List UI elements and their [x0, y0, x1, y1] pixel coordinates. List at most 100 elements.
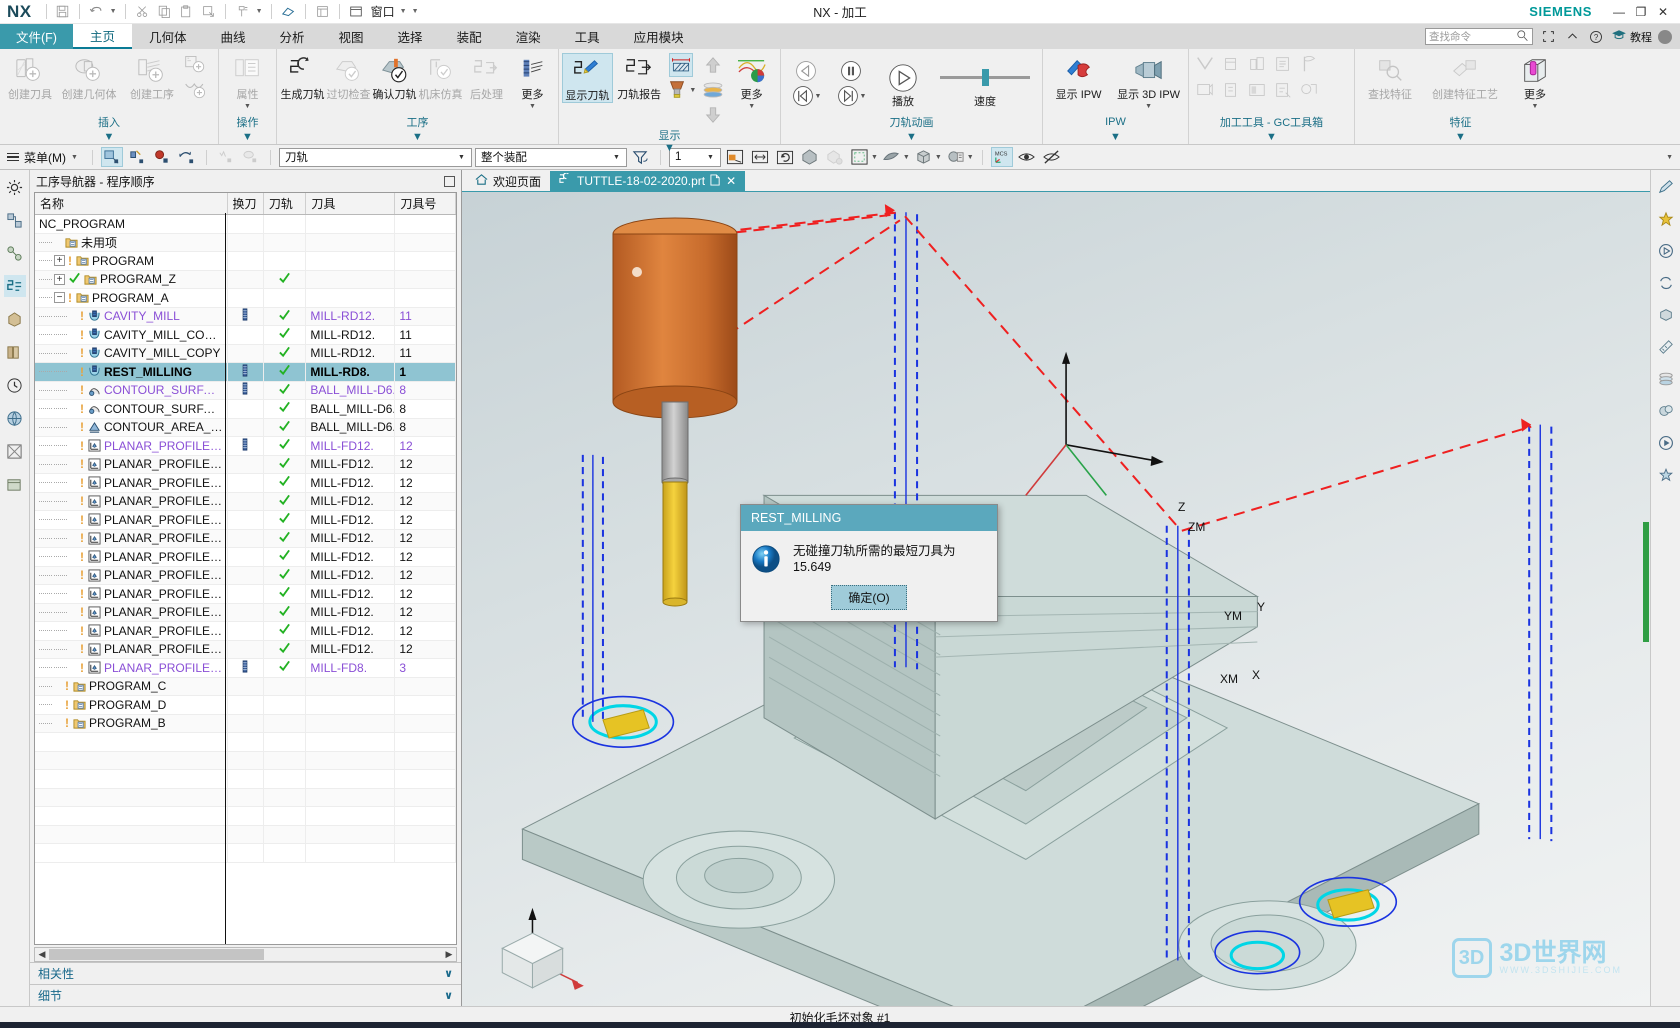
table-row[interactable]: ! PLANAR_PROFILE_1... MILL-FD12. 12: [35, 473, 456, 493]
cell-name[interactable]: ! CONTOUR_SURFAC...: [35, 381, 228, 400]
tutorial-button[interactable]: 教程: [1611, 29, 1652, 45]
chevron-down-icon[interactable]: ∨: [444, 989, 453, 1002]
feature-more-dropdown-icon[interactable]: ▼: [1532, 103, 1539, 110]
undo-icon[interactable]: [86, 1, 107, 22]
paste-special-icon[interactable]: [198, 1, 219, 22]
mcs-display-icon[interactable]: MCS: [990, 147, 1013, 167]
show-3d-ipw-dropdown-icon[interactable]: ▼: [1145, 103, 1152, 110]
3d-viewport[interactable]: REST_MILLING 无碰撞刀轨所需的最短刀具为 15.649 确定(O) …: [462, 192, 1650, 1006]
verify-toolpath-button[interactable]: 确认刀轨: [372, 53, 417, 101]
window-dropdown-icon[interactable]: ▼: [398, 1, 409, 22]
selbar-overflow-icon[interactable]: ▼: [1666, 154, 1673, 161]
command-search-input[interactable]: 查找命令: [1425, 28, 1533, 45]
chevron-down-icon[interactable]: ▼: [703, 154, 718, 161]
tab-applications[interactable]: 应用模块: [617, 24, 701, 49]
save-icon[interactable]: [52, 1, 73, 22]
find-feature-button[interactable]: 查找特征: [1358, 53, 1422, 101]
gc-tool5-icon[interactable]: [1297, 52, 1321, 76]
chevron-down-icon[interactable]: ▼: [609, 154, 624, 161]
cube-edit-icon[interactable]: [1655, 304, 1677, 326]
step-back-icon[interactable]: [794, 59, 818, 83]
chevron-down-icon[interactable]: ▼: [903, 154, 910, 161]
search-icon[interactable]: [1516, 29, 1529, 45]
tool-display-icon[interactable]: [665, 78, 689, 102]
pencil-icon[interactable]: [1655, 176, 1677, 198]
shaded-render-icon[interactable]: [799, 147, 821, 167]
tab-curve[interactable]: 曲线: [204, 24, 263, 49]
tool-icon[interactable]: [232, 1, 253, 22]
create-operation-button[interactable]: 创建工序: [121, 53, 183, 101]
undo-dropdown-icon[interactable]: ▼: [108, 1, 119, 22]
gc-tool7-icon[interactable]: [1219, 78, 1243, 102]
window-icon[interactable]: [346, 1, 367, 22]
feature-more-button[interactable]: 更多 ▼: [1508, 53, 1562, 110]
accordion-dependencies[interactable]: 相关性 ∨: [30, 962, 461, 984]
cell-name[interactable]: ! REST_MILLING: [35, 362, 228, 382]
move-up-icon[interactable]: [701, 53, 725, 77]
tab-tools[interactable]: 工具: [558, 24, 617, 49]
table-row[interactable]: ! CONTOUR_AREA_C... BALL_MILL-D6... 8: [35, 418, 456, 437]
gouge-check-button[interactable]: 过切检查: [326, 53, 371, 101]
table-row[interactable]: 未用项: [35, 233, 456, 252]
history-icon[interactable]: [4, 374, 26, 396]
ok-button[interactable]: 确定(O): [831, 585, 907, 610]
minimize-button[interactable]: —: [1608, 2, 1630, 22]
table-row[interactable]: ! PLANAR_PROFILE_1 MILL-FD12. 12: [35, 436, 456, 456]
preview-circle-icon[interactable]: [1655, 432, 1677, 454]
display-more-button[interactable]: 更多 ▼: [726, 53, 777, 110]
column-header-toolnumber[interactable]: 刀具号: [394, 193, 456, 215]
table-row[interactable]: ! PLANAR_PROFILE_1... MILL-FD12. 12: [35, 640, 456, 659]
fullscreen-icon[interactable]: [1539, 28, 1557, 46]
rewind-start-icon[interactable]: [791, 84, 815, 108]
tool-dropdown-icon[interactable]: ▼: [254, 1, 265, 22]
tab-geometry[interactable]: 几何体: [132, 24, 204, 49]
gc-tool1-icon[interactable]: [1193, 52, 1217, 76]
create-method-icon[interactable]: [184, 78, 208, 102]
step-forward-dropdown-icon[interactable]: ▼: [860, 93, 867, 100]
animation-group-expand-icon[interactable]: ▼: [784, 129, 1039, 144]
cell-name[interactable]: 未用项: [35, 233, 228, 252]
hide-icon[interactable]: [1041, 147, 1063, 167]
cell-name[interactable]: ! PLANAR_PROFILE_1...: [35, 566, 228, 585]
measure-icon[interactable]: [1655, 336, 1677, 358]
speed-slider-icon[interactable]: [940, 61, 1030, 95]
properties-dropdown-icon[interactable]: ▼: [244, 103, 251, 110]
cell-name[interactable]: ! PLANAR_PROFILE_1: [35, 436, 228, 456]
cell-name[interactable]: −! PROGRAM_A: [35, 288, 228, 308]
table-row[interactable]: ! CAVITY_MILL_COPY... MILL-RD12. 11: [35, 325, 456, 345]
gc-tool8-icon[interactable]: [1245, 78, 1269, 102]
shaded-edges-icon[interactable]: [824, 147, 846, 167]
display-group-expand-icon[interactable]: ▼: [562, 142, 777, 154]
avatar[interactable]: [1658, 29, 1672, 44]
tab-home[interactable]: 主页: [72, 24, 132, 49]
play-button[interactable]: 播放: [874, 60, 932, 108]
tab-view[interactable]: 视图: [322, 24, 381, 49]
roles-icon[interactable]: [4, 440, 26, 462]
cell-name[interactable]: ! PROGRAM_D: [35, 695, 228, 715]
cell-name[interactable]: ! PLANAR_PROFILE_1...: [35, 547, 228, 567]
create-geometry-button[interactable]: 创建几何体: [58, 53, 120, 101]
table-row[interactable]: ! PLANAR_PROFILE_1... MILL-FD12. 12: [35, 492, 456, 511]
cell-name[interactable]: ! PLANAR_PROFILE_1...: [35, 640, 228, 659]
cell-name[interactable]: ! CONTOUR_SURFAC...: [35, 399, 228, 419]
table-row[interactable]: ! PROGRAM_B: [35, 714, 456, 733]
operation-group-expand-icon[interactable]: ▼: [222, 129, 273, 144]
view-settings-icon[interactable]: [945, 147, 967, 167]
table-row[interactable]: ! CONTOUR_SURFAC... BALL_MILL-D6... 8: [35, 399, 456, 419]
generate-toolpath-button[interactable]: 生成刀轨: [280, 53, 325, 101]
sync-icon[interactable]: [1655, 272, 1677, 294]
table-row[interactable]: ! PLANAR_PROFILE_1... MILL-FD12. 12: [35, 547, 456, 567]
gctoolbox-group-expand-icon[interactable]: ▼: [1192, 129, 1351, 144]
cell-name[interactable]: ! PROGRAM_C: [35, 677, 228, 696]
layers-icon[interactable]: [701, 78, 725, 102]
resource-settings-icon[interactable]: [4, 176, 26, 198]
properties-button[interactable]: 属性 ▼: [222, 53, 273, 110]
cell-name[interactable]: ! PLANAR_PROFILE_1...: [35, 473, 228, 493]
table-row[interactable]: ! PROGRAM_C: [35, 677, 456, 696]
star-add-icon[interactable]: [1655, 208, 1677, 230]
rewind-dropdown-icon[interactable]: ▼: [815, 93, 822, 100]
select-edge-icon[interactable]: [176, 147, 198, 167]
table-row[interactable]: + PROGRAM_Z: [35, 270, 456, 289]
table-row[interactable]: ! PLANAR_PROFILE_1... MILL-FD12. 12: [35, 455, 456, 474]
restore-button[interactable]: ❐: [1630, 2, 1652, 22]
